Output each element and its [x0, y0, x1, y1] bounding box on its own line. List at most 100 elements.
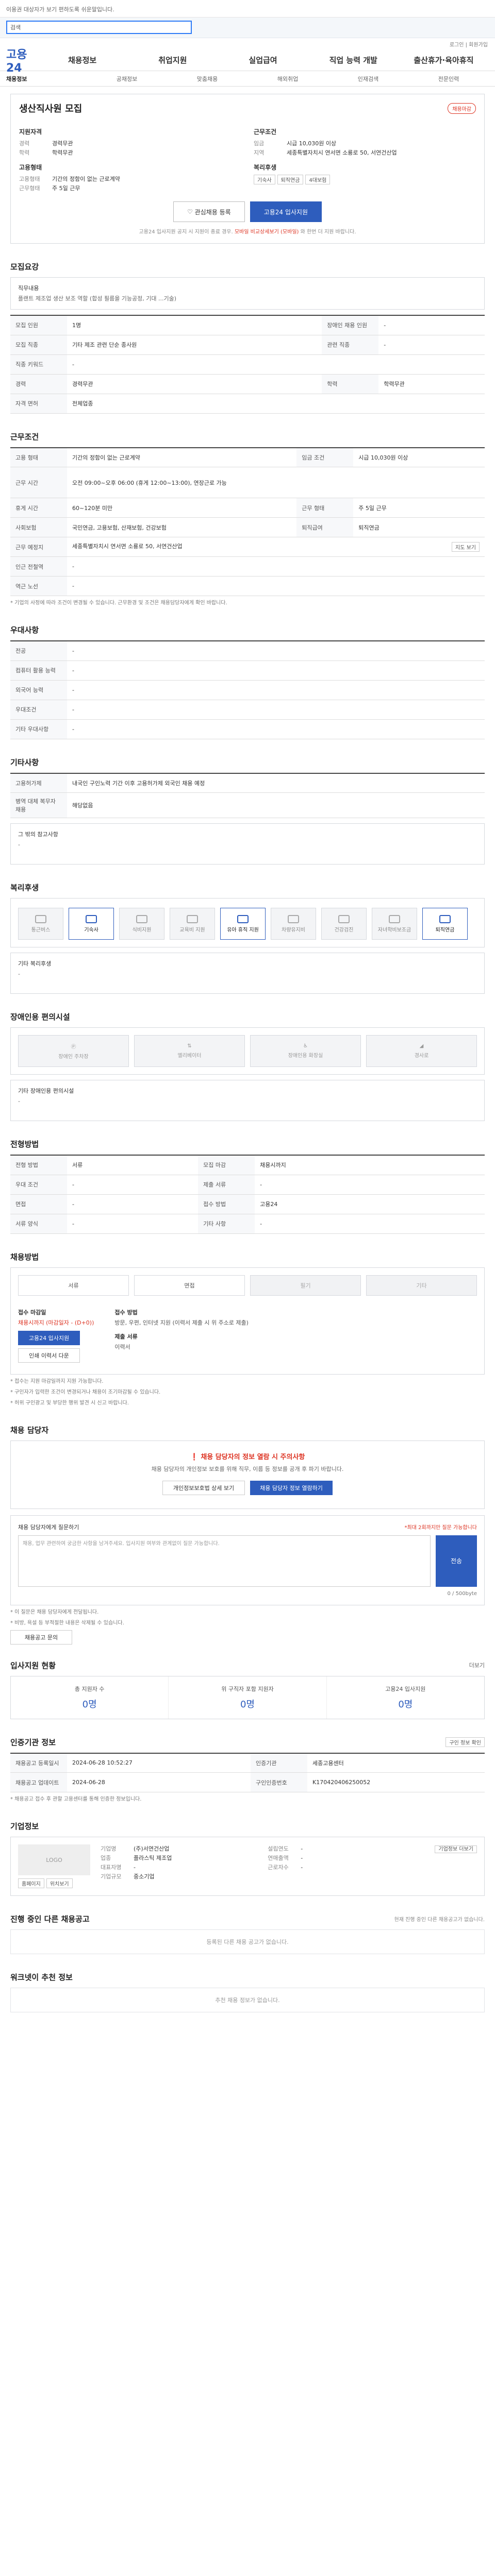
cell-key: 고용허가제 — [10, 773, 67, 793]
interest-label: 관심채용 등록 — [194, 208, 231, 216]
reveal-contact-button[interactable]: 채용 담당자 정보 열람하기 — [250, 1480, 333, 1495]
nav-item[interactable]: 직업 능력 개발 — [308, 55, 399, 65]
subnav-item[interactable]: 채용정보 — [6, 75, 87, 83]
cell-value: - — [67, 1175, 199, 1195]
apply-note: * 구인자가 입력한 조건이 변경되거나 채용이 조기마감될 수 있습니다. — [10, 1389, 161, 1395]
method-label: 접수 방법 — [114, 1309, 138, 1316]
welfare-icon — [439, 914, 451, 923]
cell-key: 컴퓨터 활용 능력 — [10, 660, 67, 681]
login-links[interactable]: 로그인 | 회원가입 — [0, 38, 495, 49]
welfare-icon — [338, 914, 350, 923]
cell-value: 해당없음 — [67, 792, 485, 818]
location-button[interactable]: 위치보기 — [46, 1878, 73, 1888]
map-button[interactable]: 지도 보기 — [452, 542, 480, 552]
subnav-item[interactable]: 해외취업 — [248, 75, 328, 83]
section-title-company: 기업정보 — [10, 1822, 39, 1831]
kv-value: 시급 10,030원 이상 — [287, 140, 337, 147]
print-resume-button[interactable]: 인쇄 이력서 다운 — [18, 1348, 80, 1363]
other-jobs-empty: 등록된 다른 채용 공고가 없습니다. — [10, 1929, 485, 1954]
desc-text: 플랜트 제조업 생산 보조 역할 (합성 필름을 기능공정, 기대 ...기술) — [18, 295, 177, 302]
apply-method-item: 기타 — [366, 1275, 477, 1296]
contact-text: 채용 담당자의 개인정보 보호를 위해 직무, 이름 등 정보를 공개 후 파기… — [151, 1465, 344, 1472]
welfare-other-value: - — [18, 971, 20, 977]
facility-other-label: 기타 장애인용 편의시설 — [18, 1088, 74, 1094]
cell-value: 2024-06-28 — [67, 1772, 251, 1792]
privacy-button[interactable]: 개인정보보호법 상세 보기 — [162, 1480, 245, 1495]
cell-key: 휴게 시간 — [10, 498, 67, 518]
cell-value: 기간의 정함이 없는 근로계약 — [67, 447, 297, 467]
inquiry-limit: *최대 2회까지만 질문 가능합니다 — [404, 1524, 477, 1531]
apply-method-item: 면접 — [134, 1275, 245, 1296]
desc-label: 직무내용 — [18, 285, 39, 292]
welfare-item: 퇴직연금 — [422, 908, 468, 940]
cell-value: - — [378, 315, 485, 335]
kv-value: 세종특별자치시 연서면 소룡로 50, 서연건산업 — [287, 149, 397, 156]
cell-key: 채용공고 업데이트 — [10, 1772, 67, 1792]
cell-key: 제출 서류 — [198, 1175, 255, 1195]
section-title-conditions: 근무조건 — [10, 432, 39, 442]
apply-method-row: 서류 면접 필기 기타 — [11, 1268, 484, 1303]
cell-key: 학력 — [322, 374, 379, 394]
cell-key: 모집 마감 — [198, 1155, 255, 1175]
send-button[interactable]: 전송 — [436, 1535, 477, 1587]
cell-value: 국민연금, 고용보험, 산재보험, 건강보험 — [67, 517, 297, 537]
apply-online-button[interactable]: 고용24 입사지원 — [18, 1330, 80, 1345]
note-link[interactable]: 모바일 비교상세보기 (모바일) — [235, 229, 299, 235]
company-more-button[interactable]: 기업정보 더보기 — [435, 1845, 477, 1853]
nav-item[interactable]: 출산휴가·육아휴직 — [399, 55, 489, 65]
note-pre: 고용24 입사지원 공지 시 지원이 종료 경우. — [139, 229, 233, 235]
company-logo: LOGO — [18, 1844, 90, 1875]
status-more-link[interactable]: 더보기 — [469, 1661, 485, 1669]
cell-key: 서류 양식 — [10, 1214, 67, 1234]
kv-key: 지역 — [254, 149, 265, 156]
info-button[interactable]: 구인 정보 확인 — [446, 1737, 485, 1747]
contact-warning: ❗ 채용 담당자의 정보 열람 시 주의사항 — [21, 1451, 474, 1461]
subnav-item[interactable]: 맞춤채용 — [167, 75, 248, 83]
table-row: 채용공고 등록일시 2024-06-28 10:52:27 인증기관 세종고용센터 — [10, 1753, 485, 1773]
subnav-item[interactable]: 전문인력 — [408, 75, 489, 83]
cell-key: 장애인 채용 인원 — [322, 315, 379, 335]
stat-label: 고용24 입사지원 — [385, 1685, 426, 1692]
table-row: 직종 키워드 - — [10, 354, 485, 375]
kv-key: 경력 — [19, 140, 30, 147]
cond-note: * 기업의 사정에 따라 조건이 변경될 수 있습니다. 근무환경 및 조건은 … — [10, 600, 227, 606]
cell-value: K170420406250052 — [307, 1772, 485, 1792]
welfare-tag: 기숙사 — [254, 175, 275, 184]
section-title-preference: 우대사항 — [10, 625, 39, 635]
search-input[interactable]: 검색 — [6, 21, 192, 34]
cell-key: 관련 직종 — [322, 335, 379, 355]
contact-warning-text: 채용 담당자의 정보 열람 시 주의사항 — [201, 1453, 305, 1461]
qual-title: 지원자격 — [19, 128, 42, 135]
stat-item: 총 지원자 수 0명 — [11, 1676, 169, 1719]
other-value: - — [18, 841, 20, 848]
cell-value: - — [378, 335, 485, 355]
interest-button[interactable]: ♡ 관심채용 등록 — [173, 201, 245, 222]
cell-value: 학력무관 — [378, 374, 485, 394]
cell-value: 60~120분 미만 — [67, 498, 297, 518]
cell-value: 주 5일 근무 — [353, 498, 485, 518]
inquiry-mail-button[interactable]: 채용공고 문의 — [10, 1630, 72, 1645]
kv-value: - — [134, 1864, 136, 1871]
welfare-item: 건강검진 — [321, 908, 367, 940]
subnav-item[interactable]: 인재검색 — [328, 75, 408, 83]
homepage-button[interactable]: 홈페이지 — [18, 1878, 44, 1888]
cell-value: - — [67, 556, 485, 577]
inquiry-textarea[interactable]: 채용, 업무 관련하여 궁금한 사항을 남겨주세요. 입사지원 여부와 관계없이… — [18, 1535, 431, 1587]
table-row: 채용공고 업데이트 2024-06-28 구인인증번호 K17042040625005… — [10, 1772, 485, 1792]
apply-method-item: 필기 — [250, 1275, 361, 1296]
nav-item[interactable]: 실업급여 — [218, 55, 308, 65]
kv-key: 대표자명 — [101, 1864, 122, 1871]
welfare-label: 유아 휴직 지원 — [227, 927, 259, 933]
job-title: 생산직사원 모집 — [19, 104, 82, 114]
inquiry-count: 0 / 500byte — [447, 1590, 477, 1597]
site-logo[interactable]: 고용24 — [6, 45, 37, 75]
subnav-item[interactable]: 공채정보 — [87, 75, 167, 83]
cell-value: - — [255, 1175, 485, 1195]
section-title-recommend: 워크넷이 추천 정보 — [10, 1973, 73, 1982]
apply-button[interactable]: 고용24 입사지원 — [250, 201, 322, 222]
cell-value: - — [255, 1214, 485, 1234]
nav-item[interactable]: 채용정보 — [37, 55, 127, 65]
facility-item: Ⓟ 장애인 주차장 — [18, 1035, 129, 1067]
nav-item[interactable]: 취업지원 — [127, 55, 218, 65]
section-title-facility: 장애인용 편의시설 — [10, 1012, 70, 1022]
